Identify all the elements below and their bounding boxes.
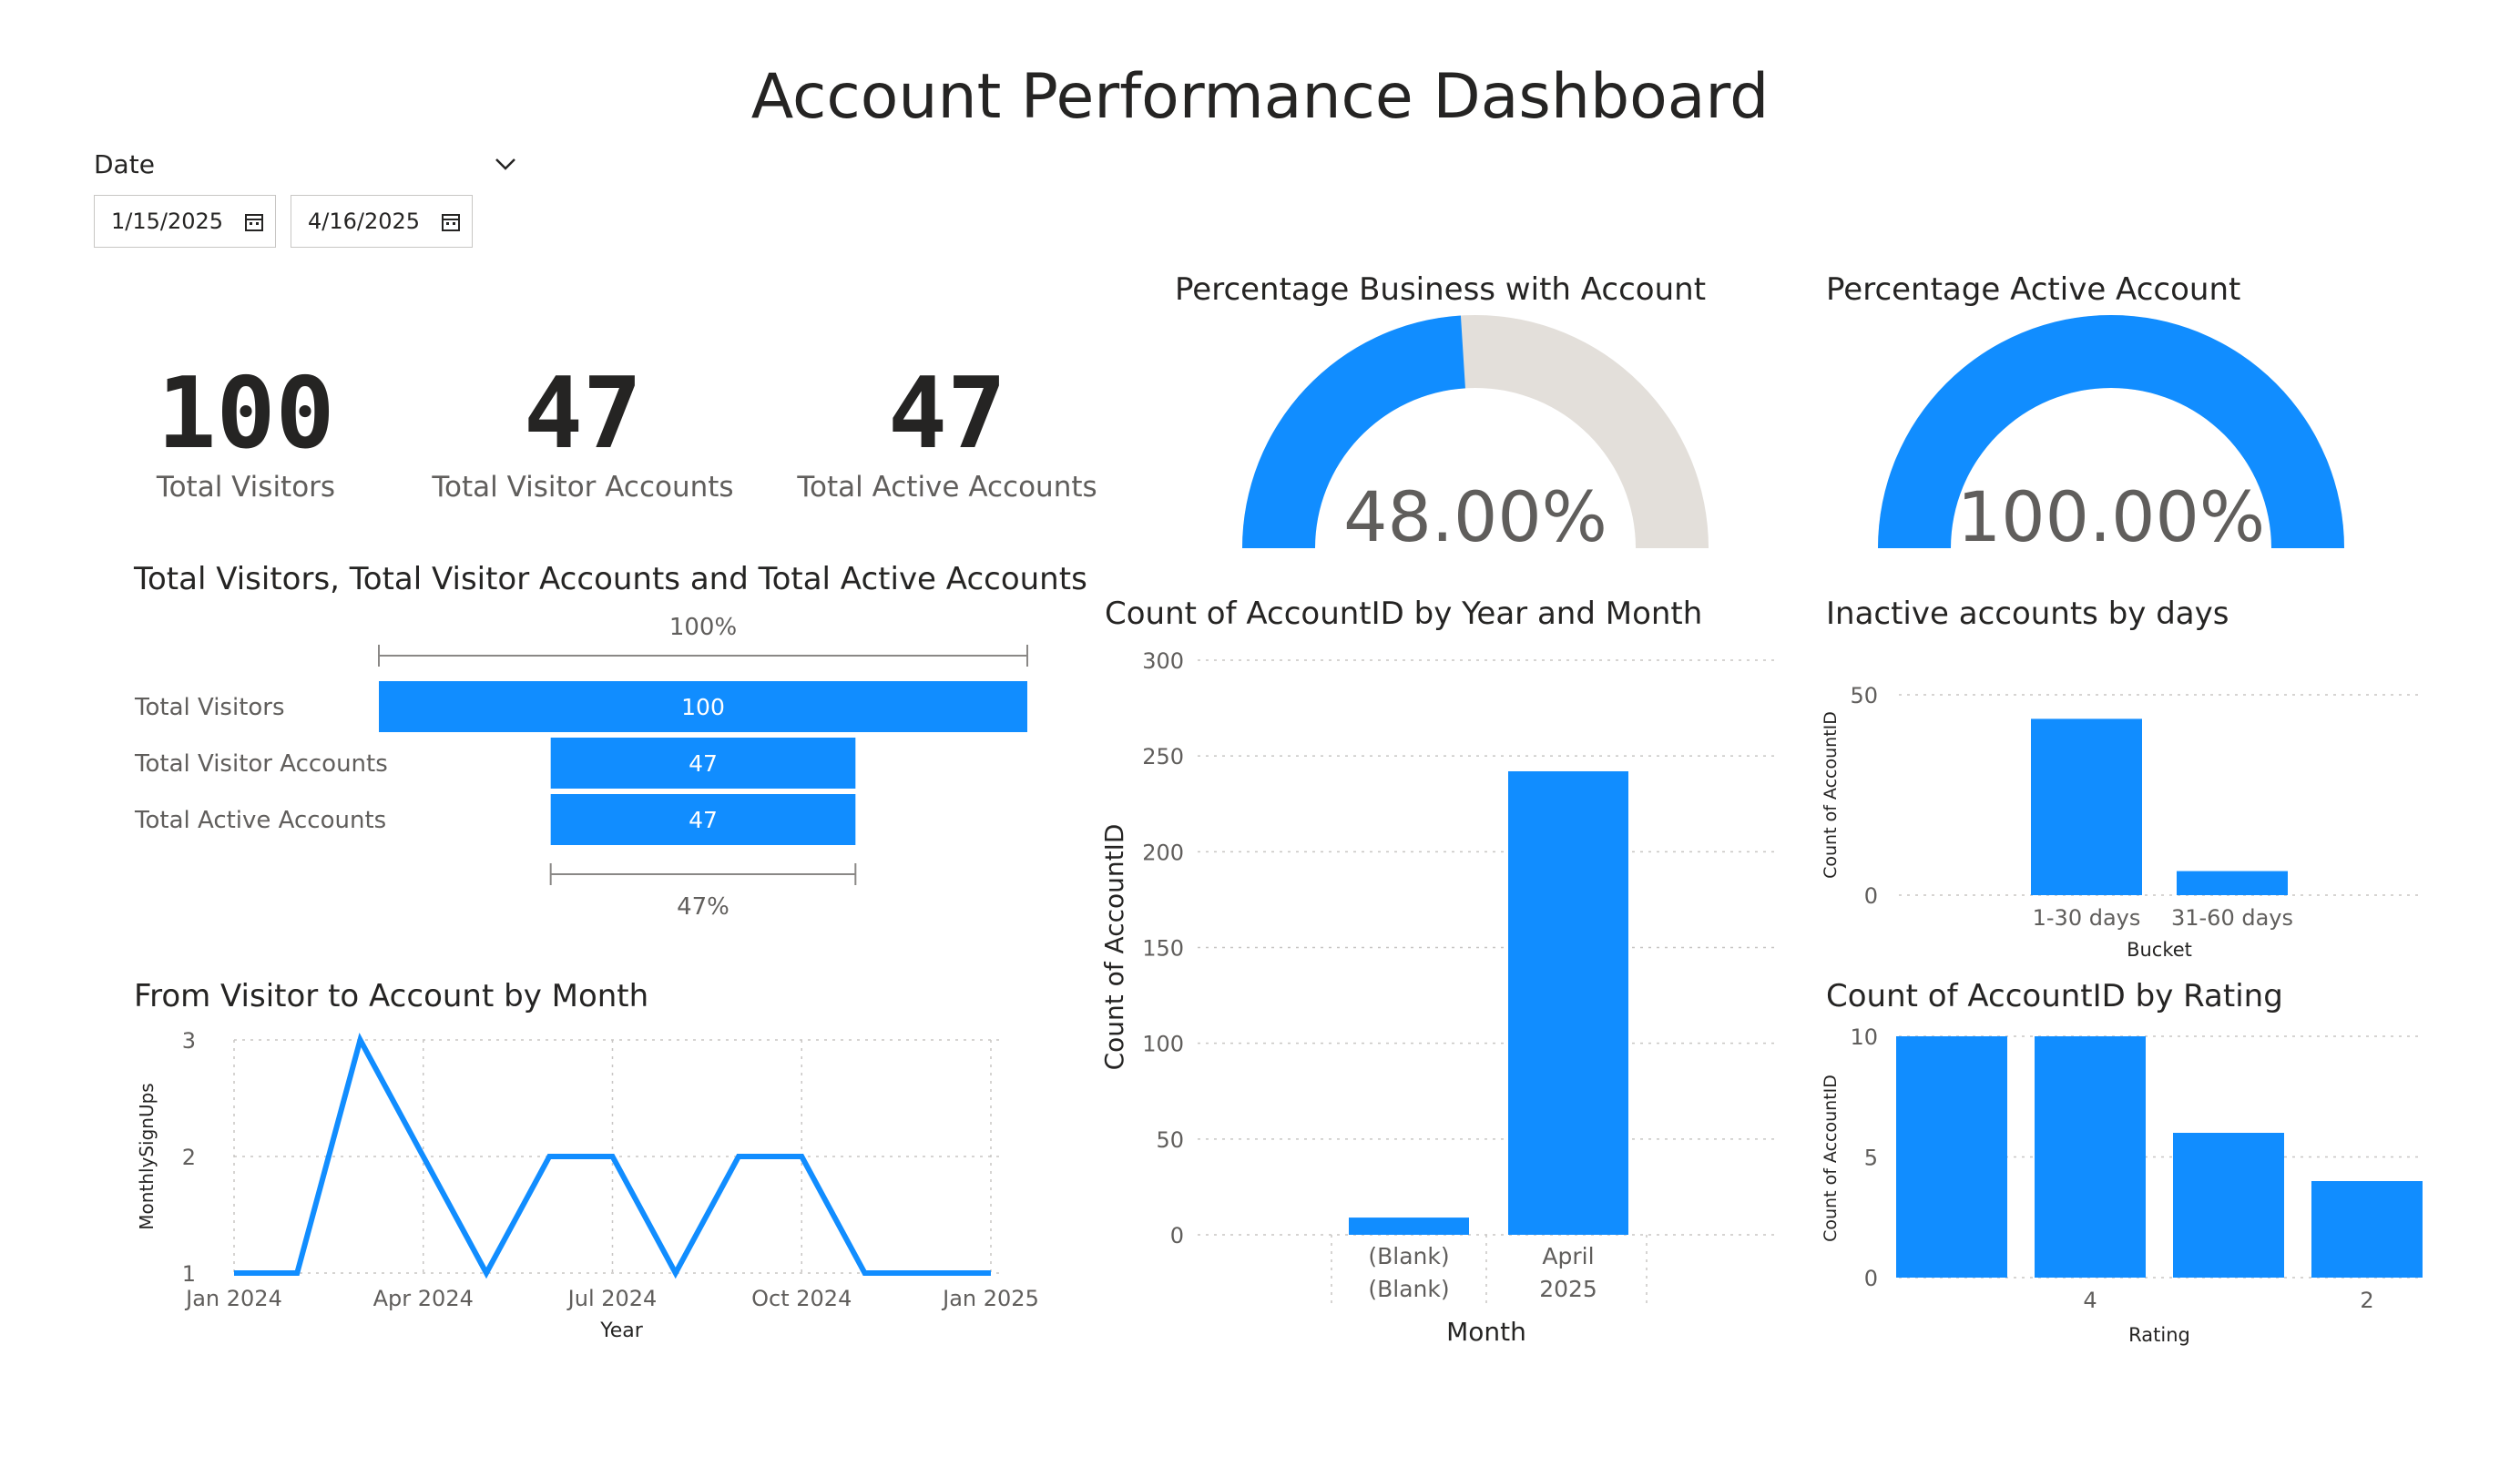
inactive-x-tick-label: 31-60 days: [2171, 905, 2293, 931]
gauge-active-value-label: 100.00%: [1957, 476, 2265, 557]
line-x-tick-label: Jul 2024: [566, 1286, 658, 1311]
ym-bar: [1349, 1218, 1469, 1235]
ym-y-tick-label: 50: [1156, 1127, 1184, 1153]
line-x-tick-label: Jan 2025: [941, 1286, 1039, 1311]
ym-y-axis-label: Count of AccountID: [1099, 824, 1129, 1071]
inactive-y-tick-label: 50: [1850, 683, 1878, 708]
line-x-tick-label: Oct 2024: [751, 1286, 852, 1311]
rating-bar: [2311, 1181, 2423, 1278]
line-y-tick-label: 2: [182, 1145, 196, 1170]
inactive-x-tick-label: 1-30 days: [2033, 905, 2141, 931]
ym-x-tick-label: April: [1542, 1243, 1594, 1269]
funnel-bottom-label: 47%: [677, 893, 729, 921]
funnel-bar-value: 100: [681, 694, 725, 720]
rating-y-tick-label: 0: [1864, 1266, 1878, 1291]
line-y-tick-label: 3: [182, 1028, 196, 1054]
ym-bar: [1508, 770, 1628, 1235]
inactive-y-axis-label: Count of AccountID: [1821, 711, 1841, 879]
rating-y-tick-label: 5: [1864, 1146, 1878, 1171]
rating-y-axis-label: Count of AccountID: [1821, 1075, 1841, 1242]
line-x-tick-label: Jan 2024: [184, 1286, 282, 1311]
ym-x-tick-label: 2025: [1539, 1276, 1597, 1302]
inactive-bar: [2177, 871, 2288, 895]
funnel-category-label: Total Active Accounts: [134, 807, 386, 834]
funnel-category-label: Total Visitors: [134, 694, 285, 721]
rating-x-tick-label: 2: [2360, 1288, 2373, 1313]
ym-x-tick-label: (Blank): [1368, 1243, 1449, 1269]
ym-y-tick-label: 300: [1142, 648, 1184, 674]
inactive-bar: [2031, 718, 2142, 895]
line-x-axis-label: Year: [599, 1319, 644, 1342]
funnel-top-label: 100%: [669, 614, 737, 641]
gauge-business-value-label: 48.00%: [1343, 476, 1607, 557]
ym-y-tick-label: 0: [1170, 1223, 1184, 1248]
rating-bar: [1896, 1036, 2007, 1278]
rating-y-tick-label: 10: [1850, 1024, 1878, 1050]
line-y-tick-label: 1: [182, 1261, 196, 1287]
ym-y-tick-label: 100: [1142, 1032, 1184, 1057]
inactive-x-axis-label: Bucket: [2127, 939, 2192, 961]
rating-x-tick-label: 4: [2083, 1288, 2097, 1313]
chart-canvas: 48.00% 100.00%100%100Total Visitors47Tota…: [134, 315, 2423, 1347]
ym-y-tick-label: 150: [1142, 936, 1184, 962]
funnel-bar-value: 47: [689, 807, 718, 833]
funnel-category-label: Total Visitor Accounts: [134, 750, 388, 778]
ym-x-axis-label: Month: [1446, 1317, 1526, 1347]
ym-y-tick-label: 250: [1142, 744, 1184, 769]
line-y-axis-label: MonthlySignUps: [136, 1083, 158, 1229]
line-x-tick-label: Apr 2024: [373, 1286, 474, 1311]
ym-x-tick-label: (Blank): [1368, 1276, 1449, 1302]
funnel-bar-value: 47: [689, 750, 718, 777]
rating-bar: [2173, 1133, 2284, 1278]
rating-bar: [2035, 1036, 2146, 1278]
rating-x-axis-label: Rating: [2128, 1324, 2190, 1346]
inactive-y-tick-label: 0: [1864, 883, 1878, 909]
ym-y-tick-label: 200: [1142, 840, 1184, 865]
